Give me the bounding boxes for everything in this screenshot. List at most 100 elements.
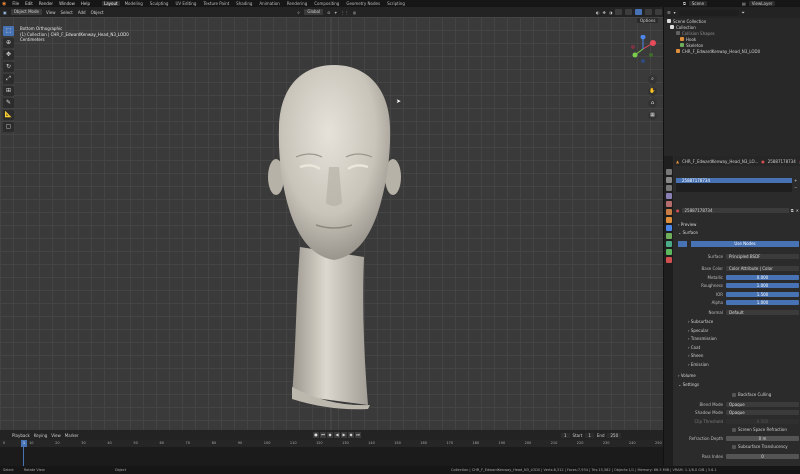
xray-icon[interactable] xyxy=(615,9,623,15)
menu-file[interactable]: File xyxy=(12,1,19,6)
y-axis-handle[interactable] xyxy=(632,52,638,58)
add-cube-icon[interactable]: ▢ xyxy=(3,122,14,132)
copy-icon[interactable]: ⧉ xyxy=(791,208,794,213)
pivot-icon[interactable]: ⊙ xyxy=(327,10,330,15)
scene-selector[interactable]: ⧉ Scene xyxy=(683,0,708,7)
output-tab-icon[interactable] xyxy=(665,185,672,191)
outliner-item[interactable]: Collision Shapes xyxy=(664,30,800,36)
blend-mode-dropdown[interactable]: Opaque xyxy=(726,401,799,407)
camera-icon[interactable]: ⌂ xyxy=(648,99,657,108)
emission-panel[interactable]: › Emission xyxy=(688,362,709,367)
display-mode-icon[interactable]: ▾ xyxy=(674,10,676,15)
jump-start-icon[interactable]: ⏮ xyxy=(320,432,326,438)
view-menu-timeline[interactable]: View xyxy=(51,433,61,438)
add-slot-icon[interactable]: + xyxy=(794,178,797,183)
subsurface-panel[interactable]: › Subsurface xyxy=(688,319,713,324)
scene-tab-icon[interactable] xyxy=(665,201,672,207)
settings-panel-header[interactable]: ⌄ Settings xyxy=(678,382,699,387)
material-browse-icon[interactable]: ● xyxy=(676,208,680,213)
end-field[interactable]: 250 xyxy=(607,432,622,438)
alpha-slider[interactable]: 1.000 xyxy=(726,299,799,305)
surface-shader-field[interactable]: Principled BSDF xyxy=(726,253,799,259)
physics-tab-icon[interactable] xyxy=(665,233,672,239)
specular-panel[interactable]: › Specular xyxy=(688,328,708,333)
material-name-field[interactable]: 25887178734 xyxy=(681,207,789,213)
remove-slot-icon[interactable]: − xyxy=(794,185,797,190)
ior-field[interactable]: 1.500 xyxy=(726,291,799,297)
constraints-tab-icon[interactable] xyxy=(665,241,672,247)
snap-icon[interactable]: ⌖ xyxy=(334,10,336,15)
menu-select[interactable]: Select xyxy=(60,10,72,15)
tab-geometry-nodes[interactable]: Geometry Nodes xyxy=(344,1,382,6)
menu-add[interactable]: Add xyxy=(78,10,86,15)
checkbox-box[interactable] xyxy=(732,392,736,397)
rotate-icon[interactable]: ↻ xyxy=(3,62,14,72)
tab-uv-editing[interactable]: UV Editing xyxy=(173,1,198,6)
scene-name[interactable]: Scene xyxy=(688,1,708,6)
material-slot[interactable]: 25887178734 xyxy=(676,178,792,183)
snap-target-icon[interactable]: ⋮⋮ xyxy=(341,10,349,15)
wireframe-shading-icon[interactable] xyxy=(625,9,633,15)
outliner-search[interactable] xyxy=(678,9,739,16)
modifiers-tab-icon[interactable] xyxy=(665,225,672,231)
normal-field[interactable]: Default xyxy=(726,309,799,315)
overlay-icon[interactable]: ◑ xyxy=(609,10,613,15)
visibility-icon[interactable]: ◐ xyxy=(596,10,600,15)
record-icon[interactable]: ● xyxy=(313,432,319,438)
options-button[interactable]: Options xyxy=(637,18,659,23)
prev-key-icon[interactable]: ◆ xyxy=(327,432,333,438)
view-layer-name[interactable]: ViewLayer xyxy=(748,1,776,6)
rendered-shading-icon[interactable] xyxy=(655,9,663,15)
shadow-mode-dropdown[interactable]: Opaque xyxy=(726,409,799,415)
clip-threshold-field[interactable]: 0.500 xyxy=(726,418,799,424)
x-axis-handle[interactable] xyxy=(650,40,656,46)
marker-menu[interactable]: Marker xyxy=(65,433,79,438)
roughness-slider[interactable]: 1.000 xyxy=(726,282,799,288)
tab-modeling[interactable]: Modeling xyxy=(123,1,145,6)
checkbox-box[interactable] xyxy=(732,427,736,432)
menu-window[interactable]: Window xyxy=(59,1,75,6)
jump-end-icon[interactable]: ⏭ xyxy=(355,432,361,438)
render-tab-icon[interactable] xyxy=(665,177,672,183)
menu-render[interactable]: Render xyxy=(39,1,53,6)
playhead[interactable]: 1 xyxy=(21,440,27,447)
unlink-icon[interactable]: ✕ xyxy=(796,208,799,213)
menu-help[interactable]: Help xyxy=(81,1,90,6)
grid-icon[interactable]: ▦ xyxy=(648,111,657,120)
transmission-panel[interactable]: › Transmission xyxy=(688,336,717,341)
material-tab-icon[interactable] xyxy=(665,257,672,263)
mode-selector[interactable]: Object Mode xyxy=(10,9,42,15)
material-shading-icon[interactable] xyxy=(645,9,653,15)
menu-object[interactable]: Object xyxy=(91,10,104,15)
solid-shading-icon[interactable] xyxy=(635,9,643,15)
tab-texture-paint[interactable]: Texture Paint xyxy=(201,1,231,6)
navigation-gizmo[interactable] xyxy=(630,35,656,63)
tab-sculpting[interactable]: Sculpting xyxy=(148,1,171,6)
next-key-icon[interactable]: ◆ xyxy=(348,432,354,438)
start-field[interactable]: 1 xyxy=(585,432,594,438)
orientation-icon[interactable]: ⊹ xyxy=(297,10,300,15)
proportional-edit-icon[interactable]: ◎ xyxy=(353,10,357,15)
play-icon[interactable]: ▶ xyxy=(341,432,347,438)
material-slot-list[interactable]: 25887178734 xyxy=(676,178,792,192)
preview-panel-header[interactable]: › Preview xyxy=(678,222,696,227)
frame-ruler[interactable]: 0 10 20 30 40 50 60 70 80 90 100 110 120 130 140 150 160… xyxy=(0,440,663,447)
timeline[interactable]: 0 10 20 30 40 50 60 70 80 90 100 110 120 130 140 150 160… xyxy=(0,440,663,466)
tab-compositing[interactable]: Compositing xyxy=(312,1,341,6)
base-color-field[interactable]: Color Attribute | Color xyxy=(726,265,799,271)
cursor-icon[interactable]: ⊕ xyxy=(3,38,14,48)
tab-scripting[interactable]: Scripting xyxy=(385,1,407,6)
transform-icon[interactable]: ⊞ xyxy=(3,86,14,96)
blender-logo-icon[interactable]: ◉ xyxy=(2,1,6,7)
zoom-icon[interactable]: ⌕ xyxy=(648,75,657,84)
backface-culling-checkbox[interactable]: Backface Culling xyxy=(732,392,771,397)
move-icon[interactable]: ✥ xyxy=(3,50,14,60)
pass-index-field[interactable]: 0 xyxy=(726,453,799,459)
gizmo-icon[interactable]: ✥ xyxy=(603,10,606,15)
tab-animation[interactable]: Animation xyxy=(257,1,281,6)
outliner-editor-icon[interactable]: ☰ xyxy=(667,10,671,15)
screen-space-refraction-checkbox[interactable]: Screen Space Refraction xyxy=(732,427,787,432)
volume-panel-header[interactable]: › Volume xyxy=(678,373,696,378)
tool-tab-icon[interactable] xyxy=(665,169,672,175)
filter-icon[interactable]: ⏷ xyxy=(742,10,745,15)
